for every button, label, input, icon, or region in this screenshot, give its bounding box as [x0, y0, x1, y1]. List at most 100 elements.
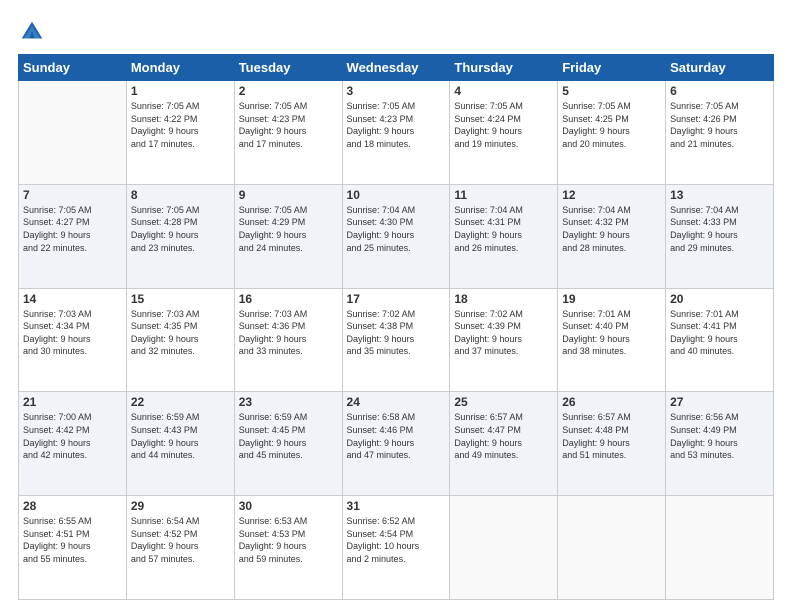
cell-text: Sunrise: 7:03 AM Sunset: 4:36 PM Dayligh…	[239, 308, 338, 358]
calendar-cell: 22Sunrise: 6:59 AM Sunset: 4:43 PM Dayli…	[126, 392, 234, 496]
day-header-thursday: Thursday	[450, 55, 558, 81]
calendar-cell: 10 Sunrise: 7:04 AM Sunset: 4:30 PM Dayli…	[342, 184, 450, 288]
cell-text: Sunrise: 6:57 AM Sunset: 4:48 PM Dayligh…	[562, 411, 661, 461]
day-number: 5	[562, 84, 661, 98]
calendar-cell: 14 Sunrise: 7:03 AM Sunset: 4:34 PM Dayli…	[19, 288, 127, 392]
calendar-cell	[19, 81, 127, 185]
day-number: 3	[347, 84, 446, 98]
cell-text: Sunrise: 7:04 AM Sunset: 4:30 PM Dayligh…	[347, 204, 446, 254]
cell-text: Sunrise: 6:57 AM Sunset: 4:47 PM Dayligh…	[454, 411, 553, 461]
day-number: 16	[239, 292, 338, 306]
calendar-cell	[450, 496, 558, 600]
cell-text: Sunrise: 6:59 AM Sunset: 4:45 PM Dayligh…	[239, 411, 338, 461]
day-header-tuesday: Tuesday	[234, 55, 342, 81]
day-number: 22	[131, 395, 230, 409]
calendar-cell: 6 Sunrise: 7:05 AM Sunset: 4:26 PM Daylig…	[666, 81, 774, 185]
calendar-cell: 27 Sunrise: 6:56 AM Sunset: 4:49 PM Dayli…	[666, 392, 774, 496]
day-number: 20	[670, 292, 769, 306]
cell-text: Sunrise: 7:03 AM Sunset: 4:35 PM Dayligh…	[131, 308, 230, 358]
cell-text: Sunrise: 7:01 AM Sunset: 4:40 PM Dayligh…	[562, 308, 661, 358]
week-row-1: 7 Sunrise: 7:05 AM Sunset: 4:27 PM Daylig…	[19, 184, 774, 288]
calendar-cell: 30Sunrise: 6:53 AM Sunset: 4:53 PM Dayli…	[234, 496, 342, 600]
calendar-cell: 18 Sunrise: 7:02 AM Sunset: 4:39 PM Dayli…	[450, 288, 558, 392]
page: SundayMondayTuesdayWednesdayThursdayFrid…	[0, 0, 792, 612]
calendar-cell: 21 Sunrise: 7:00 AM Sunset: 4:42 PM Dayli…	[19, 392, 127, 496]
week-row-0: 1 Sunrise: 7:05 AM Sunset: 4:22 PM Daylig…	[19, 81, 774, 185]
cell-text: Sunrise: 7:05 AM Sunset: 4:23 PM Dayligh…	[347, 100, 446, 150]
cell-text: Sunrise: 6:54 AM Sunset: 4:52 PM Dayligh…	[131, 515, 230, 565]
cell-text: Sunrise: 7:05 AM Sunset: 4:27 PM Dayligh…	[23, 204, 122, 254]
cell-text: Sunrise: 7:01 AM Sunset: 4:41 PM Dayligh…	[670, 308, 769, 358]
calendar-cell: 16 Sunrise: 7:03 AM Sunset: 4:36 PM Dayli…	[234, 288, 342, 392]
cell-text: Sunrise: 7:04 AM Sunset: 4:31 PM Dayligh…	[454, 204, 553, 254]
week-row-3: 21 Sunrise: 7:00 AM Sunset: 4:42 PM Dayli…	[19, 392, 774, 496]
calendar-body: 1 Sunrise: 7:05 AM Sunset: 4:22 PM Daylig…	[19, 81, 774, 600]
logo-icon	[18, 18, 46, 46]
day-number: 6	[670, 84, 769, 98]
cell-text: Sunrise: 7:00 AM Sunset: 4:42 PM Dayligh…	[23, 411, 122, 461]
day-number: 24	[347, 395, 446, 409]
cell-text: Sunrise: 7:05 AM Sunset: 4:24 PM Dayligh…	[454, 100, 553, 150]
day-number: 27	[670, 395, 769, 409]
day-number: 13	[670, 188, 769, 202]
day-number: 1	[131, 84, 230, 98]
day-number: 23	[239, 395, 338, 409]
day-number: 4	[454, 84, 553, 98]
calendar-cell: 17 Sunrise: 7:02 AM Sunset: 4:38 PM Dayli…	[342, 288, 450, 392]
day-number: 7	[23, 188, 122, 202]
cell-text: Sunrise: 7:05 AM Sunset: 4:26 PM Dayligh…	[670, 100, 769, 150]
day-number: 9	[239, 188, 338, 202]
day-number: 14	[23, 292, 122, 306]
calendar-cell: 8 Sunrise: 7:05 AM Sunset: 4:28 PM Daylig…	[126, 184, 234, 288]
day-number: 25	[454, 395, 553, 409]
calendar-cell: 15Sunrise: 7:03 AM Sunset: 4:35 PM Dayli…	[126, 288, 234, 392]
cell-text: Sunrise: 6:53 AM Sunset: 4:53 PM Dayligh…	[239, 515, 338, 565]
calendar-cell: 7 Sunrise: 7:05 AM Sunset: 4:27 PM Daylig…	[19, 184, 127, 288]
day-number: 12	[562, 188, 661, 202]
cell-text: Sunrise: 6:56 AM Sunset: 4:49 PM Dayligh…	[670, 411, 769, 461]
cell-text: Sunrise: 7:05 AM Sunset: 4:23 PM Dayligh…	[239, 100, 338, 150]
cell-text: Sunrise: 6:55 AM Sunset: 4:51 PM Dayligh…	[23, 515, 122, 565]
day-header-sunday: Sunday	[19, 55, 127, 81]
cell-text: Sunrise: 7:05 AM Sunset: 4:28 PM Dayligh…	[131, 204, 230, 254]
day-header-wednesday: Wednesday	[342, 55, 450, 81]
cell-text: Sunrise: 7:05 AM Sunset: 4:29 PM Dayligh…	[239, 204, 338, 254]
calendar-header: SundayMondayTuesdayWednesdayThursdayFrid…	[19, 55, 774, 81]
cell-text: Sunrise: 7:03 AM Sunset: 4:34 PM Dayligh…	[23, 308, 122, 358]
day-number: 19	[562, 292, 661, 306]
calendar-cell: 12 Sunrise: 7:04 AM Sunset: 4:32 PM Dayli…	[558, 184, 666, 288]
cell-text: Sunrise: 6:52 AM Sunset: 4:54 PM Dayligh…	[347, 515, 446, 565]
day-number: 11	[454, 188, 553, 202]
cell-text: Sunrise: 7:05 AM Sunset: 4:25 PM Dayligh…	[562, 100, 661, 150]
calendar-cell: 9 Sunrise: 7:05 AM Sunset: 4:29 PM Daylig…	[234, 184, 342, 288]
day-number: 31	[347, 499, 446, 513]
cell-text: Sunrise: 7:05 AM Sunset: 4:22 PM Dayligh…	[131, 100, 230, 150]
calendar-cell: 20 Sunrise: 7:01 AM Sunset: 4:41 PM Dayli…	[666, 288, 774, 392]
calendar-cell: 3 Sunrise: 7:05 AM Sunset: 4:23 PM Daylig…	[342, 81, 450, 185]
day-header-saturday: Saturday	[666, 55, 774, 81]
header	[18, 18, 774, 46]
day-number: 8	[131, 188, 230, 202]
cell-text: Sunrise: 7:04 AM Sunset: 4:33 PM Dayligh…	[670, 204, 769, 254]
calendar-cell: 25 Sunrise: 6:57 AM Sunset: 4:47 PM Dayli…	[450, 392, 558, 496]
day-number: 26	[562, 395, 661, 409]
calendar-cell: 26 Sunrise: 6:57 AM Sunset: 4:48 PM Dayli…	[558, 392, 666, 496]
day-header-friday: Friday	[558, 55, 666, 81]
calendar-cell: 29Sunrise: 6:54 AM Sunset: 4:52 PM Dayli…	[126, 496, 234, 600]
logo	[18, 18, 50, 46]
header-row: SundayMondayTuesdayWednesdayThursdayFrid…	[19, 55, 774, 81]
day-number: 18	[454, 292, 553, 306]
week-row-4: 28Sunrise: 6:55 AM Sunset: 4:51 PM Dayli…	[19, 496, 774, 600]
cell-text: Sunrise: 7:04 AM Sunset: 4:32 PM Dayligh…	[562, 204, 661, 254]
day-header-monday: Monday	[126, 55, 234, 81]
calendar-cell: 11 Sunrise: 7:04 AM Sunset: 4:31 PM Dayli…	[450, 184, 558, 288]
cell-text: Sunrise: 7:02 AM Sunset: 4:38 PM Dayligh…	[347, 308, 446, 358]
day-number: 2	[239, 84, 338, 98]
cell-text: Sunrise: 7:02 AM Sunset: 4:39 PM Dayligh…	[454, 308, 553, 358]
calendar-cell: 31 Sunrise: 6:52 AM Sunset: 4:54 PM Dayli…	[342, 496, 450, 600]
day-number: 10	[347, 188, 446, 202]
day-number: 21	[23, 395, 122, 409]
calendar-table: SundayMondayTuesdayWednesdayThursdayFrid…	[18, 54, 774, 600]
calendar-cell	[558, 496, 666, 600]
day-number: 17	[347, 292, 446, 306]
